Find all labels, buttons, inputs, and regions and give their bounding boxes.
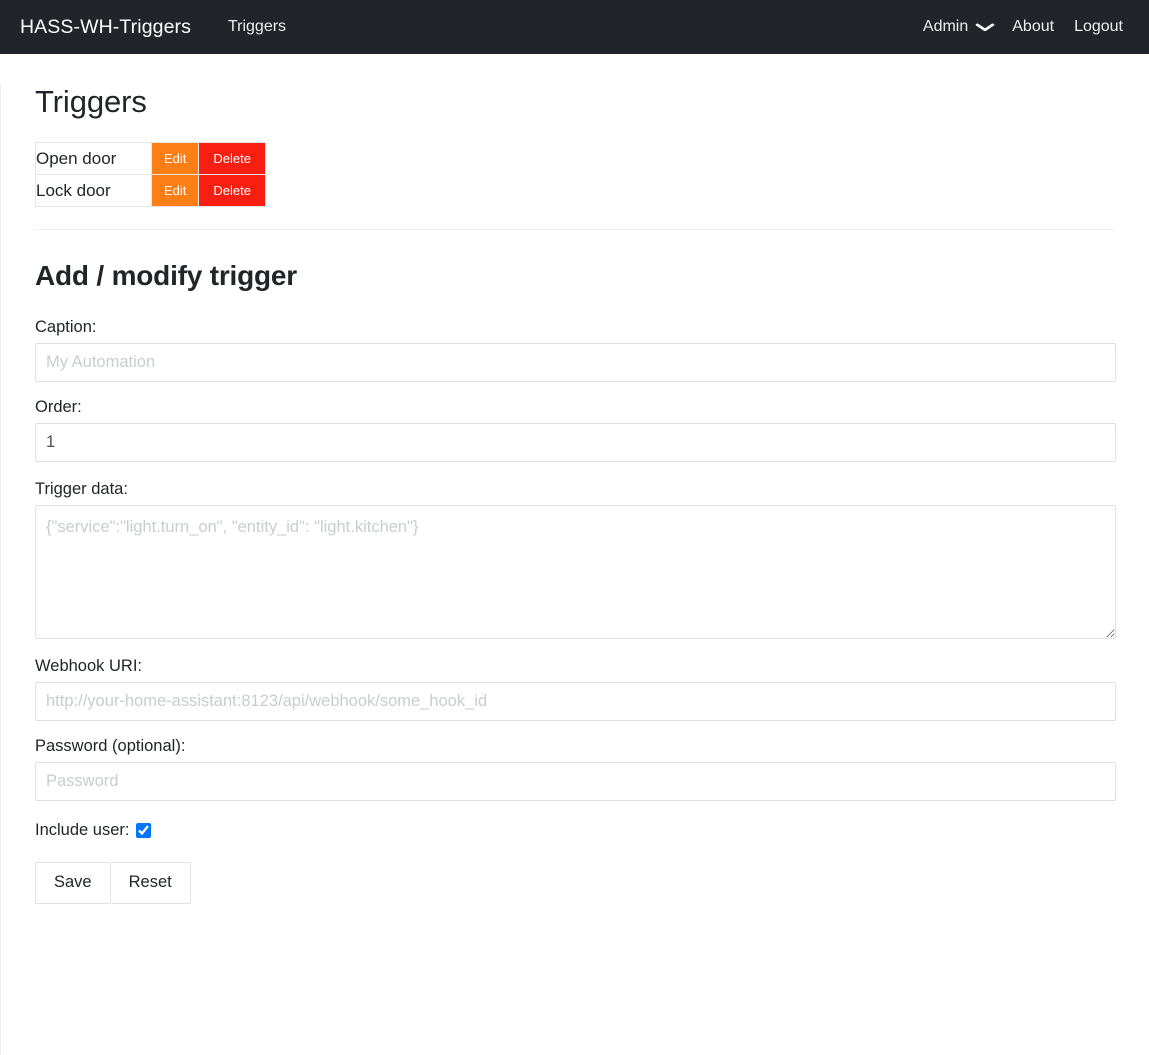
order-label: Order: xyxy=(35,398,82,416)
save-button[interactable]: Save xyxy=(35,862,111,904)
page-container: Triggers Open door Edit Delete Lock door… xyxy=(1,84,1148,904)
nav-dropdown-admin-label: Admin xyxy=(922,18,969,35)
trigger-edit-cell: Edit xyxy=(150,174,200,207)
form-button-row: Save Reset xyxy=(35,862,1114,904)
trigger-caption-cell: Open door xyxy=(35,142,152,175)
table-row: Open door Edit Delete xyxy=(35,142,266,175)
trigger-caption-cell: Lock door xyxy=(35,174,152,207)
delete-button[interactable]: Delete xyxy=(199,143,265,174)
navbar-left-group: HASS-WH-Triggers Triggers xyxy=(12,16,297,39)
webhook-uri-label: Webhook URI: xyxy=(35,657,142,675)
nav-dropdown-admin[interactable]: Admin xyxy=(921,18,995,36)
password-field-group: Password (optional): xyxy=(35,737,1116,801)
webhook-uri-input[interactable] xyxy=(35,682,1116,721)
order-field-group: Order: xyxy=(35,398,1116,462)
include-user-checkbox[interactable] xyxy=(136,823,152,838)
password-label: Password (optional): xyxy=(35,737,186,755)
caption-input[interactable] xyxy=(35,343,1116,382)
trigger-delete-cell: Delete xyxy=(198,174,266,207)
top-navbar: HASS-WH-Triggers Triggers Admin About Lo… xyxy=(0,0,1149,54)
nav-link-about[interactable]: About xyxy=(1010,18,1056,36)
section-title: Add / modify trigger xyxy=(35,260,298,291)
triggers-table: Open door Edit Delete Lock door Edit Del… xyxy=(35,142,266,207)
edit-button[interactable]: Edit xyxy=(152,143,199,174)
page-frame: Triggers Open door Edit Delete Lock door… xyxy=(0,84,1149,1055)
trigger-data-label: Trigger data: xyxy=(35,480,128,498)
navbar-right-group: Admin About Logout xyxy=(921,18,1133,36)
trigger-edit-cell: Edit xyxy=(150,142,200,175)
navbar-brand[interactable]: HASS-WH-Triggers xyxy=(12,16,199,39)
include-user-row: Include user: xyxy=(35,821,1114,840)
trigger-data-field-group: Trigger data: xyxy=(35,480,1116,639)
edit-button[interactable]: Edit xyxy=(152,175,199,206)
trigger-data-textarea[interactable] xyxy=(35,505,1116,639)
section-divider xyxy=(35,229,1114,230)
chevron-down-icon xyxy=(975,21,995,33)
nav-link-logout[interactable]: Logout xyxy=(1072,18,1125,36)
caption-label: Caption: xyxy=(35,318,97,336)
webhook-uri-field-group: Webhook URI: xyxy=(35,657,1116,721)
order-input[interactable] xyxy=(35,423,1116,462)
nav-link-triggers[interactable]: Triggers xyxy=(217,18,297,36)
reset-button[interactable]: Reset xyxy=(110,862,191,904)
delete-button[interactable]: Delete xyxy=(199,175,265,206)
table-row: Lock door Edit Delete xyxy=(35,174,266,207)
caption-field-group: Caption: xyxy=(35,318,1116,382)
password-input[interactable] xyxy=(35,762,1116,801)
trigger-delete-cell: Delete xyxy=(198,142,266,175)
page-title: Triggers xyxy=(35,84,147,119)
trigger-form: Caption: Order: Trigger data: Webhook UR… xyxy=(35,318,1116,904)
include-user-label: Include user: xyxy=(35,821,130,839)
triggers-table-body: Open door Edit Delete Lock door Edit Del… xyxy=(35,142,266,207)
